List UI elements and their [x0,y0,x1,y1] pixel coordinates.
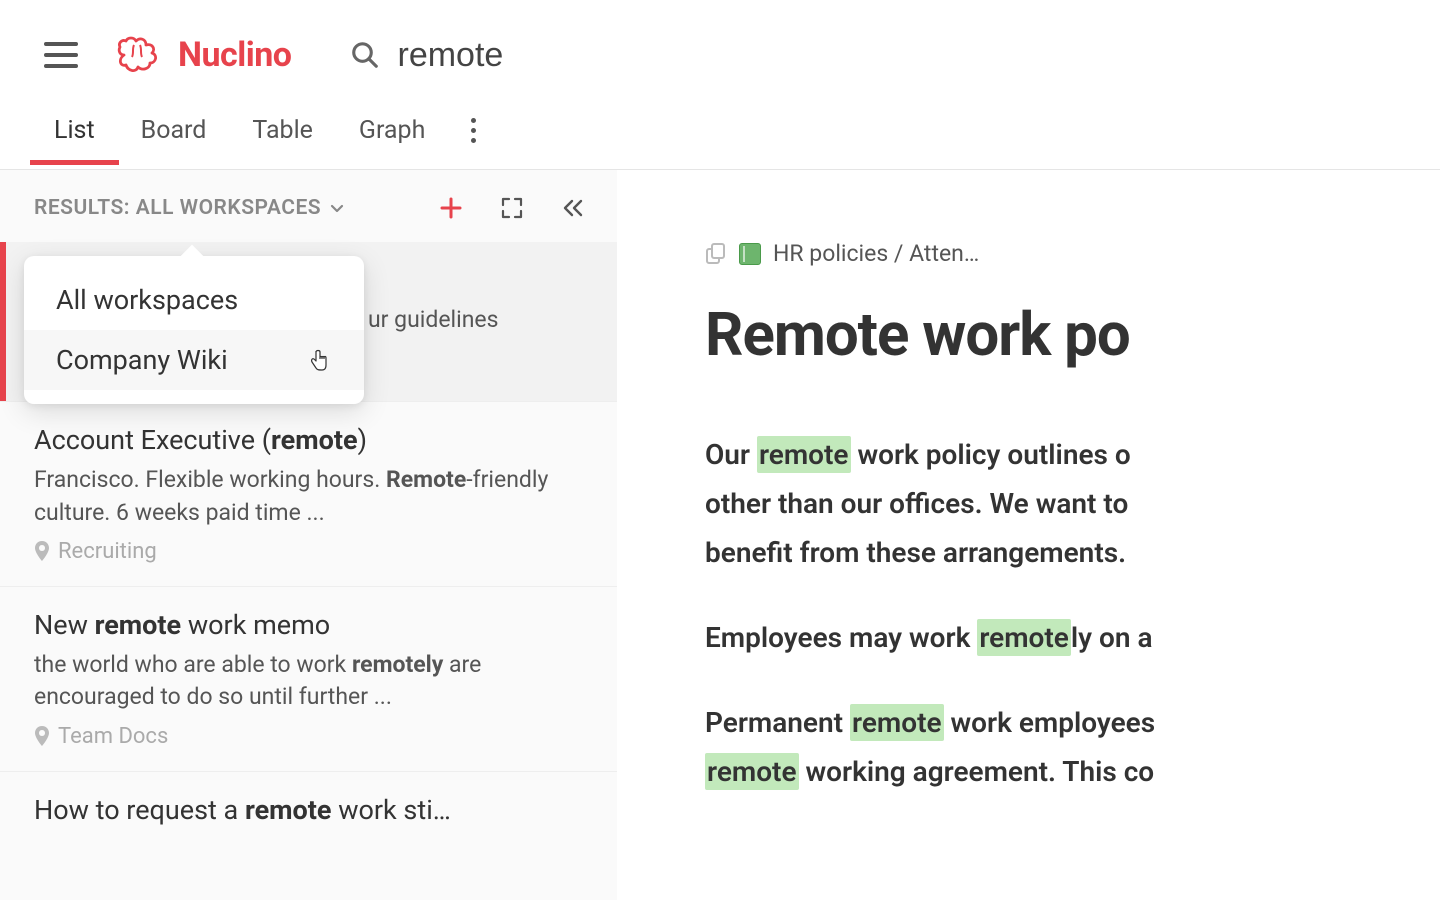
result-item[interactable]: New remote work memo the world who are a… [0,587,617,772]
pin-icon [34,726,50,746]
results-sidebar: RESULTS: ALL WORKSPACES [0,170,617,900]
view-tabs: List Board Table Graph [0,110,1440,170]
brain-logo-icon [114,35,168,75]
document-body: Our remote work policy outlines o other … [705,430,1440,796]
document-paragraph: Employees may work remotely on a [705,613,1440,662]
tab-list[interactable]: List [54,116,95,163]
collapse-sidebar-icon[interactable] [561,197,585,219]
chevron-down-icon [329,200,345,216]
app-logo[interactable]: Nuclino [114,35,292,75]
add-icon[interactable] [439,196,463,220]
tab-more-icon[interactable] [471,118,476,161]
document-panel: HR policies / Atten… Remote work po Our … [617,170,1440,900]
result-item[interactable]: Account Executive (remote) Francisco. Fl… [0,402,617,587]
result-title: Account Executive (remote) [34,422,583,458]
results-scope-label: RESULTS: ALL WORKSPACES [34,196,321,220]
tab-graph[interactable]: Graph [359,116,425,163]
menu-icon[interactable] [44,42,78,68]
result-snippet: Francisco. Flexible working hours. Remot… [34,464,583,528]
brand-name: Nuclino [178,35,292,75]
main-area: RESULTS: ALL WORKSPACES [0,170,1440,900]
search-highlight: remote [850,704,944,741]
search-highlight: remote [757,436,851,473]
results-scope-dropdown[interactable]: RESULTS: ALL WORKSPACES [34,196,345,220]
result-item[interactable]: How to request a remote work sti… [0,772,617,856]
workspace-book-icon [739,243,761,265]
cursor-pointer-icon [310,349,328,371]
tab-table[interactable]: Table [252,116,313,163]
workspace-filter-dropdown: All workspaces Company Wiki [24,256,364,404]
search-highlight: remote [977,619,1071,656]
dropdown-option-company-wiki[interactable]: Company Wiki [24,330,364,390]
result-title: New remote work memo [34,607,583,643]
breadcrumb[interactable]: HR policies / Atten… [705,240,1440,267]
dropdown-option-label: Company Wiki [56,344,228,376]
document-title: Remote work po [705,299,1440,370]
app-header: Nuclino [0,0,1440,110]
search-highlight: remote [705,753,799,790]
search-input[interactable] [398,36,798,75]
result-snippet: the world who are able to work remotely … [34,649,583,713]
result-title: How to request a remote work sti… [34,792,583,828]
document-paragraph: Our remote work policy outlines o other … [705,430,1440,577]
results-actions [439,196,585,220]
expand-icon[interactable] [501,197,523,219]
breadcrumb-text: HR policies / Atten… [773,240,979,267]
tab-board[interactable]: Board [141,116,207,163]
copy-icon [705,243,727,265]
result-workspace: Recruiting [34,539,583,564]
dropdown-option-all-workspaces[interactable]: All workspaces [24,270,364,330]
search-bar [350,36,798,75]
search-icon[interactable] [350,40,380,70]
result-snippet-fragment: ur guidelines [368,306,499,333]
result-workspace: Team Docs [34,724,583,749]
results-header: RESULTS: ALL WORKSPACES [0,170,617,242]
document-paragraph: Permanent remote work employees remote w… [705,698,1440,796]
pin-icon [34,541,50,561]
